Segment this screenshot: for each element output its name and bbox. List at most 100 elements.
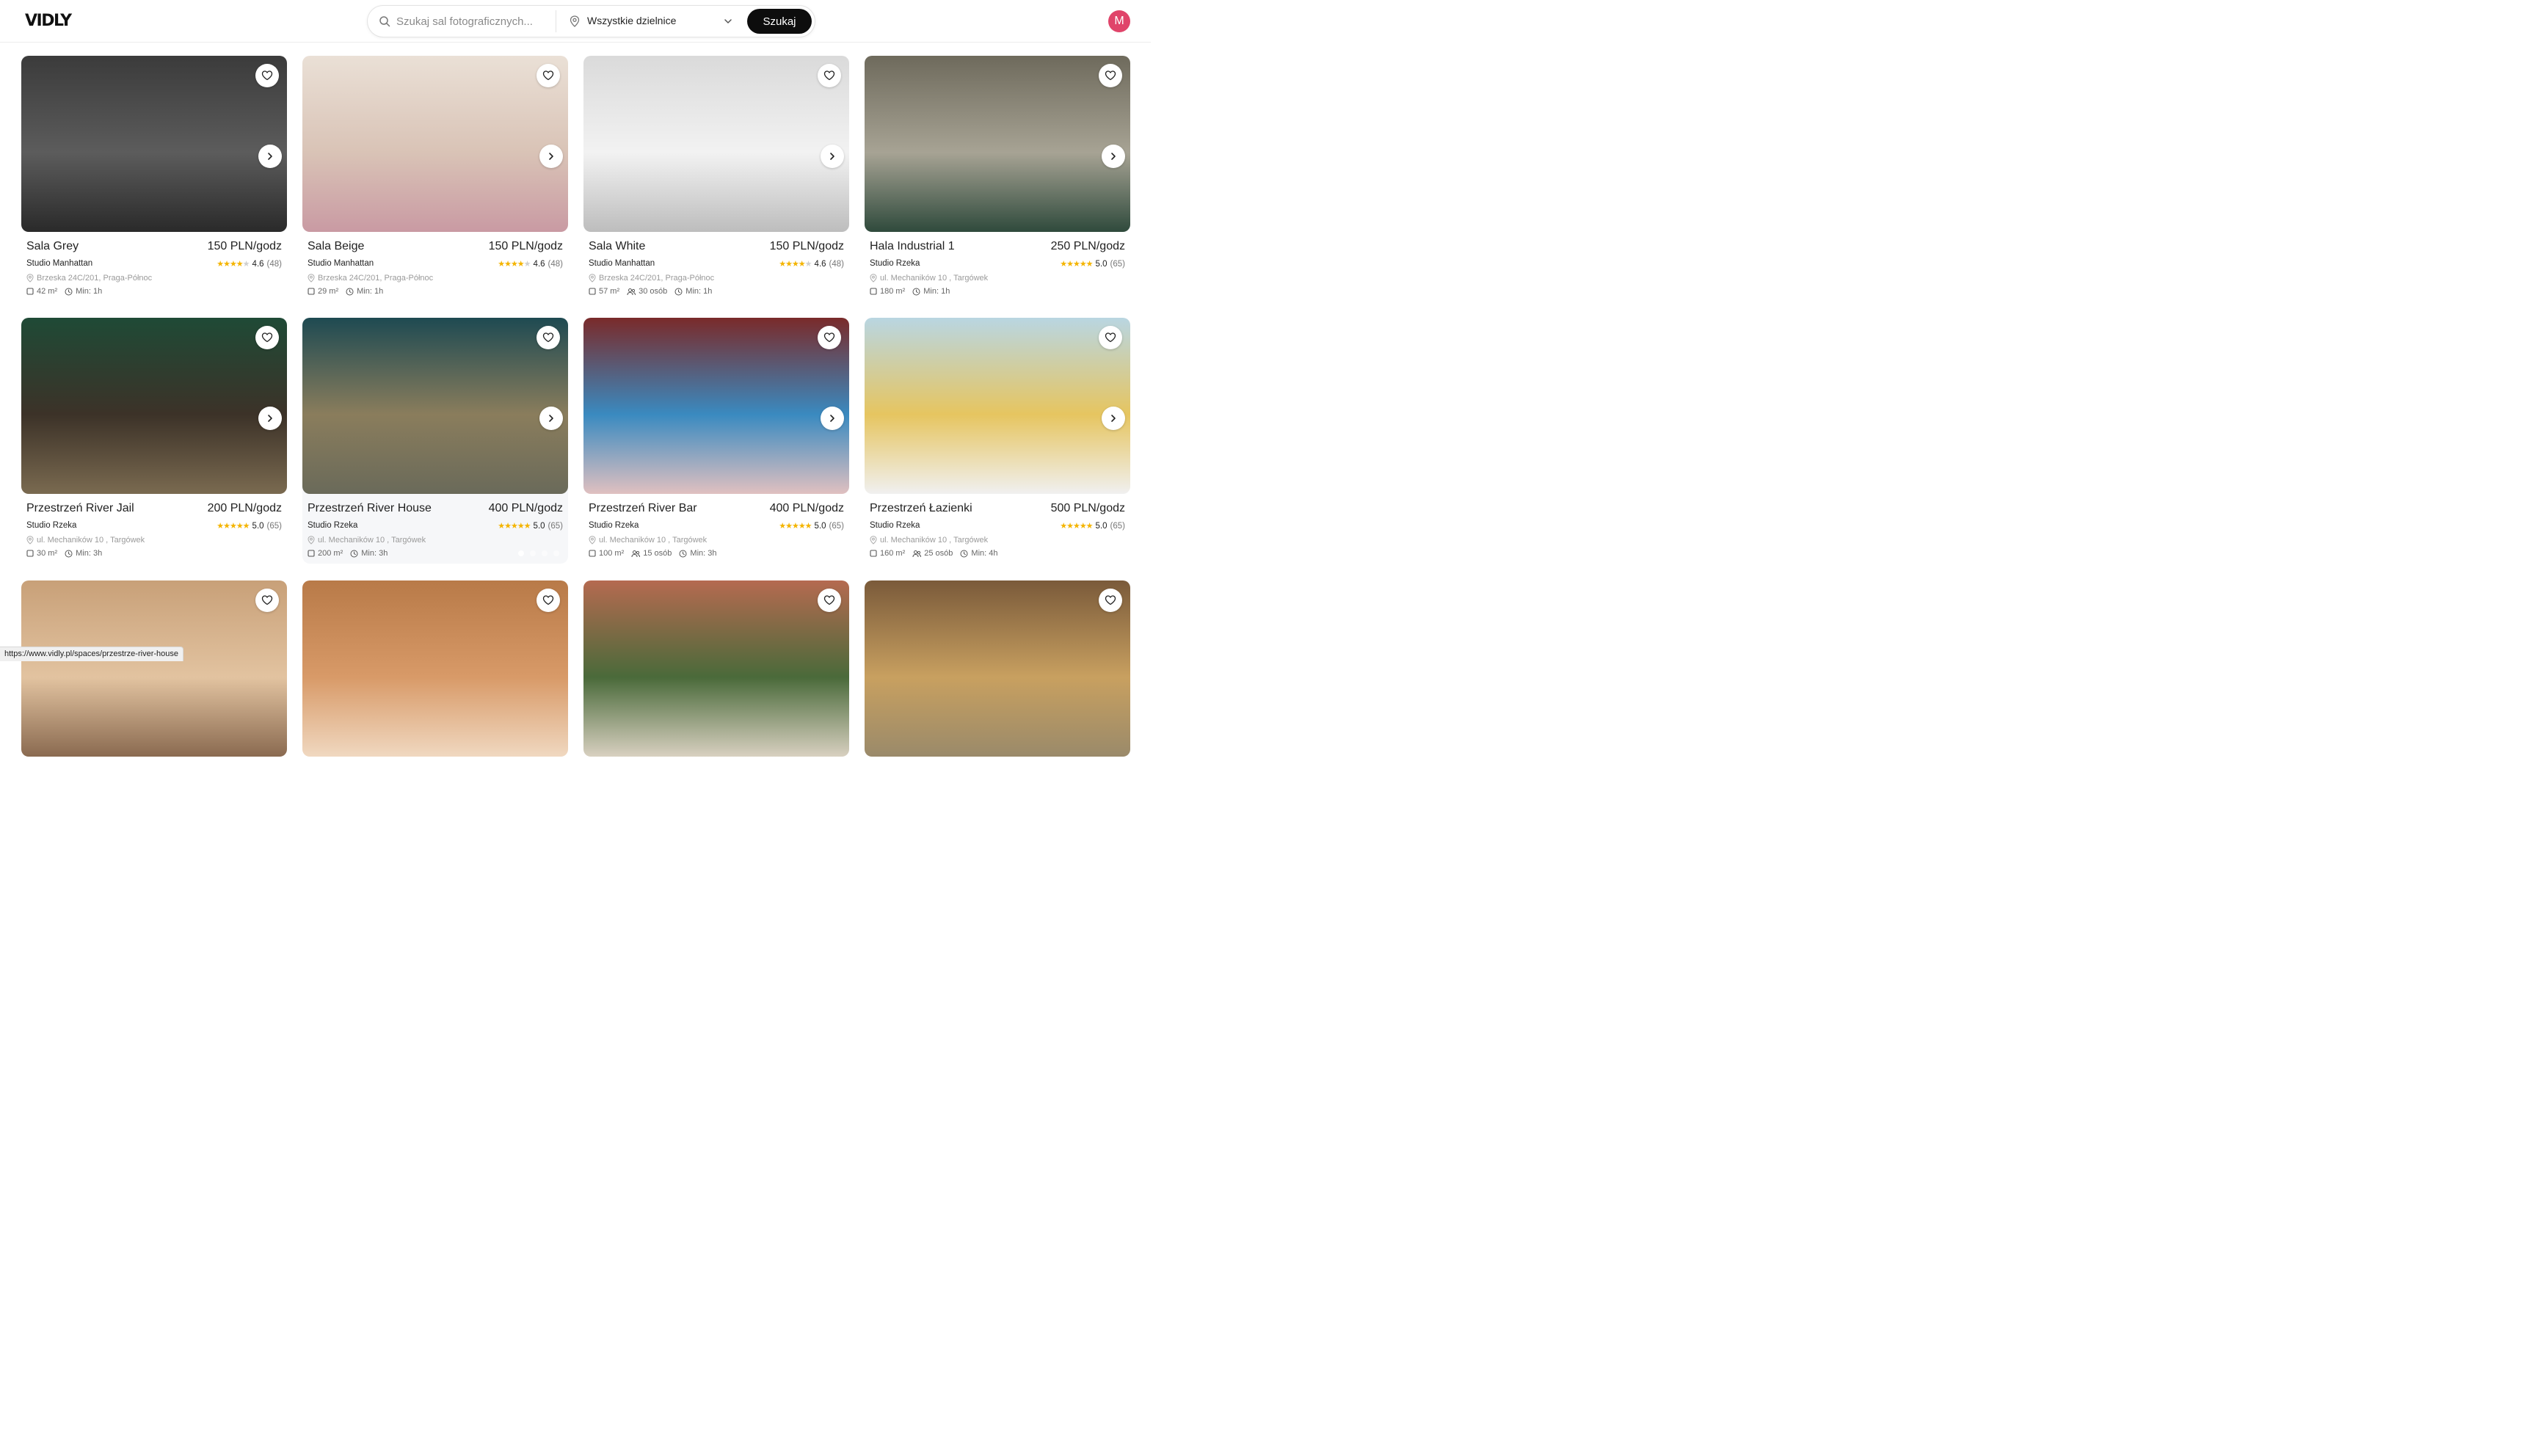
favorite-button[interactable] (1099, 64, 1122, 87)
photo-dot[interactable] (834, 305, 840, 310)
listing-photo[interactable] (865, 56, 1130, 232)
chevron-down-icon[interactable] (724, 17, 732, 26)
listing-photo[interactable] (583, 56, 849, 232)
studio-name: Studio Rzeka (870, 521, 920, 530)
listing-address: ul. Mechaników 10 , Targówek (308, 536, 426, 545)
photo-dot[interactable] (823, 305, 829, 310)
vidly-logo[interactable]: VIDLY (25, 12, 72, 30)
next-photo-button[interactable] (821, 145, 844, 168)
favorite-button[interactable] (537, 589, 560, 612)
photo-dot[interactable] (530, 550, 536, 556)
rating-stars-icon: ★★★★★ (498, 522, 531, 531)
favorite-button[interactable] (818, 64, 841, 87)
heart-icon (823, 332, 835, 343)
listing-address: ul. Mechaników 10 , Targówek (870, 274, 988, 283)
photo-dot[interactable] (518, 550, 524, 556)
heart-icon (542, 70, 554, 81)
photo-dot[interactable] (542, 43, 548, 48)
photo-dot[interactable] (261, 43, 266, 48)
photo-dot[interactable] (799, 305, 805, 310)
area-info: 160 m² (870, 549, 905, 558)
photo-dot[interactable] (542, 550, 548, 556)
photo-dot[interactable] (799, 43, 805, 48)
photo-dot[interactable] (1092, 43, 1098, 48)
next-photo-button[interactable] (539, 145, 563, 168)
photo-dot[interactable] (1092, 305, 1098, 310)
district-select[interactable]: Wszystkie dzielnice (587, 15, 676, 26)
listing-rating: ★★★★★ 4.6 (48) (217, 259, 282, 269)
listing-photo[interactable] (21, 318, 287, 494)
photo-dot[interactable] (249, 305, 255, 310)
review-count: (65) (829, 521, 844, 531)
heart-icon (542, 595, 554, 605)
photo-dot[interactable] (823, 43, 829, 48)
favorite-button[interactable] (818, 326, 841, 349)
photo-dot[interactable] (237, 43, 243, 48)
listing-photo[interactable] (865, 580, 1130, 757)
search-input[interactable] (396, 12, 543, 30)
favorite-button[interactable] (1099, 326, 1122, 349)
next-photo-button[interactable] (258, 407, 282, 430)
area-value: 180 m² (880, 287, 906, 296)
favorite-button[interactable] (255, 326, 279, 349)
listing-title[interactable]: Sala White (589, 240, 645, 253)
favorite-button[interactable] (255, 589, 279, 612)
rating-stars-icon: ★★★★★ (1060, 522, 1093, 531)
photo-dot[interactable] (530, 43, 536, 48)
listing-photo[interactable] (302, 56, 568, 232)
address-text: Brzeska 24C/201, Praga-Północ (37, 274, 153, 283)
photo-dot[interactable] (1104, 43, 1110, 48)
next-photo-button[interactable] (539, 407, 563, 430)
min-duration-value: Min: 1h (357, 287, 384, 296)
listing-photo[interactable] (583, 318, 849, 494)
location-pin-icon (870, 274, 877, 283)
listing-title[interactable]: Hala Industrial 1 (870, 240, 955, 253)
photo-dot[interactable] (1116, 43, 1121, 48)
photo-dot[interactable] (834, 43, 840, 48)
listing-photo[interactable] (21, 56, 287, 232)
search-button[interactable]: Szukaj (747, 9, 812, 34)
listing-title[interactable]: Przestrzeń Łazienki (870, 502, 972, 515)
photo-dot[interactable] (272, 43, 278, 48)
heart-icon (542, 332, 554, 343)
listing-title[interactable]: Sala Grey (26, 240, 79, 253)
photo-dot[interactable] (553, 550, 559, 556)
photo-dot[interactable] (518, 43, 524, 48)
listing-card[interactable]: Przestrzeń River House 400 PLN/godz Studio… (302, 318, 568, 564)
listing-photo[interactable] (302, 318, 568, 494)
next-photo-button[interactable] (258, 145, 282, 168)
favorite-button[interactable] (818, 589, 841, 612)
favorite-button[interactable] (1099, 589, 1122, 612)
favorite-button[interactable] (537, 64, 560, 87)
photo-dot[interactable] (811, 43, 817, 48)
min-duration-info: Min: 4h (960, 549, 997, 558)
listing-title[interactable]: Przestrzeń River Jail (26, 502, 134, 515)
photo-dot[interactable] (249, 43, 255, 48)
min-duration-info: Min: 3h (679, 549, 716, 558)
area-value: 30 m² (37, 549, 58, 558)
favorite-button[interactable] (537, 326, 560, 349)
photo-dot[interactable] (272, 305, 278, 310)
photo-dot[interactable] (553, 43, 559, 48)
listing-photo[interactable] (21, 580, 287, 757)
listing-photo[interactable] (865, 318, 1130, 494)
area-value: 29 m² (318, 287, 339, 296)
photo-dot[interactable] (1116, 305, 1121, 310)
listing-photo[interactable] (583, 580, 849, 757)
listing-price: 250 PLN/godz (1050, 240, 1125, 252)
listing-title[interactable]: Sala Beige (308, 240, 364, 253)
next-photo-button[interactable] (821, 407, 844, 430)
photo-dot[interactable] (811, 305, 817, 310)
listing-title[interactable]: Przestrzeń River Bar (589, 502, 697, 515)
photo-dot[interactable] (1104, 305, 1110, 310)
photo-dots (799, 305, 840, 310)
listing-title[interactable]: Przestrzeń River House (308, 502, 432, 515)
photo-dot[interactable] (1080, 305, 1086, 310)
listing-photo[interactable] (302, 580, 568, 757)
favorite-button[interactable] (255, 64, 279, 87)
photo-dot[interactable] (261, 305, 266, 310)
next-photo-button[interactable] (1102, 145, 1125, 168)
photo-dot[interactable] (1080, 43, 1086, 48)
user-avatar[interactable]: M (1108, 10, 1130, 32)
next-photo-button[interactable] (1102, 407, 1125, 430)
